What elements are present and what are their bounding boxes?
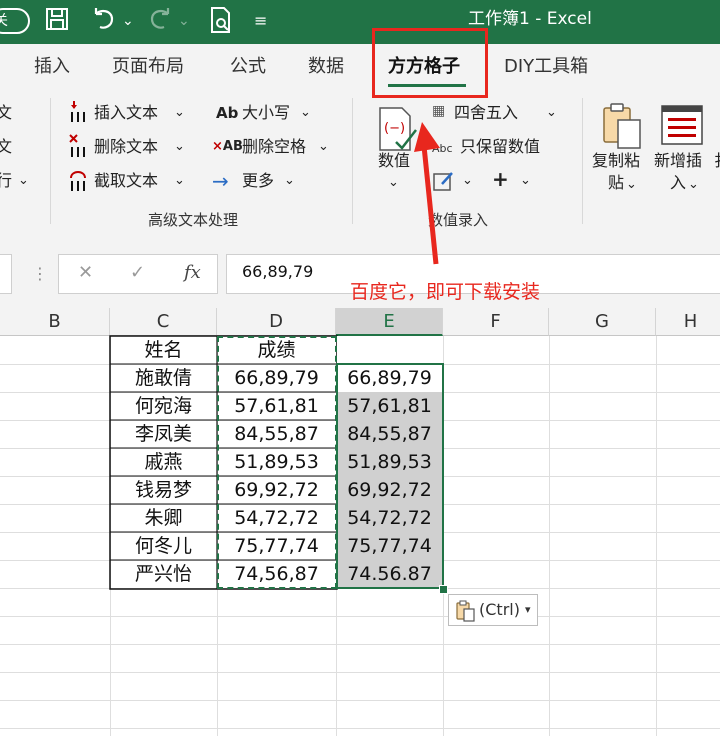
- chevron-down-icon[interactable]: ⌄: [174, 136, 185, 158]
- column-header-e[interactable]: E: [336, 308, 443, 336]
- svg-text:(−): (−): [384, 121, 405, 136]
- fill-handle[interactable]: [439, 585, 448, 594]
- tab-diy-toolbox[interactable]: DIY工具箱: [504, 54, 588, 80]
- chevron-down-icon[interactable]: ⌄: [318, 136, 329, 158]
- chevron-down-icon[interactable]: ⌄: [688, 174, 699, 196]
- ribbon-left-item-3[interactable]: 行: [0, 170, 12, 192]
- formula-value: 66,89,79: [242, 262, 314, 281]
- tab-data[interactable]: 数据: [308, 54, 344, 80]
- paste-options-label: (Ctrl): [479, 600, 520, 619]
- chevron-down-icon[interactable]: ⌄: [300, 102, 311, 124]
- ribbon-left-item-1[interactable]: 文: [0, 102, 12, 124]
- number-button[interactable]: 数值: [378, 150, 410, 172]
- title-bar: 关 ⌄ ⌄ ≡ 工作簿1 - Excel: [0, 0, 720, 44]
- ribbon-separator: [582, 98, 583, 224]
- window-title: 工作簿1 - Excel: [468, 9, 592, 29]
- highlight-box: [372, 28, 488, 98]
- plus-icon[interactable]: +: [492, 168, 509, 190]
- column-header-g[interactable]: G: [549, 308, 656, 336]
- insert-text-icon: [68, 100, 90, 130]
- tab-insert[interactable]: 插入: [34, 54, 70, 80]
- extract-text-button[interactable]: 截取文本: [94, 170, 158, 192]
- cell-name[interactable]: 施敢倩: [110, 364, 217, 392]
- cell-name[interactable]: 严兴怡: [110, 560, 217, 588]
- tab-formulas[interactable]: 公式: [230, 54, 266, 80]
- selection-range: [336, 363, 444, 589]
- cell-e-header[interactable]: [337, 336, 443, 364]
- grid-line: [0, 700, 720, 701]
- more-button[interactable]: 更多: [242, 170, 274, 192]
- group-label-text: 高级文本处理: [148, 211, 239, 229]
- column-header-f[interactable]: F: [443, 308, 549, 336]
- tab-page-layout[interactable]: 页面布局: [112, 54, 184, 80]
- ribbon-tab-bar: 插入 页面布局 公式 数据 方方格子 DIY工具箱: [0, 44, 720, 92]
- ribbon: 文 文 行 ⌄ 插入文本 ⌄ 删除文本 ⌄ 截取文本 ⌄ Ab 大小写 ⌄ ×A…: [0, 92, 720, 241]
- insert-text-button[interactable]: 插入文本: [94, 102, 158, 124]
- more-icon: ⋮: [32, 264, 48, 283]
- grid-line: [0, 644, 720, 645]
- print-preview-icon[interactable]: [208, 6, 234, 43]
- enter-icon[interactable]: ✓: [130, 262, 145, 283]
- column-header-c[interactable]: C: [110, 308, 217, 336]
- remove-space-icon: ×AB: [212, 139, 243, 154]
- ribbon-right-partial[interactable]: 扌: [714, 150, 720, 172]
- cell-name[interactable]: 朱卿: [110, 504, 217, 532]
- chevron-down-icon[interactable]: ⌄: [284, 170, 295, 192]
- undo-icon[interactable]: [90, 6, 118, 41]
- paste-options-button[interactable]: (Ctrl) ▾: [448, 594, 538, 626]
- chevron-down-icon[interactable]: ⌄: [18, 170, 29, 192]
- chevron-down-icon[interactable]: ⌄: [388, 172, 399, 194]
- case-icon: Ab: [216, 104, 239, 122]
- dropdown-arrow-icon: ▾: [525, 603, 531, 616]
- round-button[interactable]: 四舍五入: [454, 102, 518, 124]
- annotation-arrow-icon: [414, 122, 440, 265]
- column-header-d[interactable]: D: [217, 308, 336, 336]
- annotation-note: 百度它，即可下载安装: [350, 281, 541, 303]
- chevron-down-icon[interactable]: ⌄: [174, 102, 185, 124]
- grid-line: [0, 728, 720, 729]
- ribbon-separator: [50, 98, 51, 224]
- delete-text-icon: [68, 134, 90, 166]
- autosave-toggle[interactable]: 关: [0, 8, 30, 34]
- grid-line: [0, 672, 720, 673]
- column-header-h[interactable]: H: [656, 308, 720, 336]
- chevron-down-icon[interactable]: ⌄: [626, 174, 637, 196]
- case-button[interactable]: 大小写: [242, 102, 290, 124]
- cell-name[interactable]: 钱易梦: [110, 476, 217, 504]
- clipboard-icon: [455, 600, 475, 632]
- grid-line: [0, 616, 720, 617]
- customize-icon[interactable]: ≡: [254, 6, 267, 36]
- cell-name[interactable]: 李凤美: [110, 420, 217, 448]
- grid-line: [656, 336, 657, 736]
- column-header-b[interactable]: B: [0, 308, 110, 336]
- ribbon-left-item-2[interactable]: 文: [0, 136, 12, 158]
- cell-name[interactable]: 何冬儿: [110, 532, 217, 560]
- cancel-icon[interactable]: ✕: [78, 262, 93, 283]
- chevron-down-icon[interactable]: ⌄: [174, 170, 185, 192]
- keep-number-button[interactable]: 只保留数值: [460, 136, 540, 158]
- ribbon-separator: [352, 98, 353, 224]
- redo-dropdown-icon[interactable]: ⌄: [178, 6, 190, 36]
- function-icon[interactable]: fx: [184, 262, 201, 283]
- name-box[interactable]: [0, 254, 12, 294]
- cell-header-name[interactable]: 姓名: [110, 336, 217, 364]
- copy-marquee: [217, 336, 337, 589]
- undo-dropdown-icon[interactable]: ⌄: [122, 6, 134, 36]
- remove-space-button[interactable]: 删除空格: [242, 136, 306, 158]
- chevron-down-icon[interactable]: ⌄: [462, 170, 473, 192]
- arrow-right-icon: →: [212, 169, 229, 193]
- chevron-down-icon[interactable]: ⌄: [546, 102, 557, 124]
- delete-text-button[interactable]: 删除文本: [94, 136, 158, 158]
- copy-paste-icon: [598, 102, 644, 156]
- redo-icon[interactable]: [146, 6, 174, 41]
- new-insert-icon: [660, 104, 704, 152]
- chevron-down-icon[interactable]: ⌄: [520, 170, 531, 192]
- cell-name[interactable]: 何宛海: [110, 392, 217, 420]
- extract-text-icon: [68, 168, 90, 200]
- cell-name[interactable]: 戚燕: [110, 448, 217, 476]
- grid-line: [549, 336, 550, 736]
- save-icon[interactable]: [44, 6, 70, 41]
